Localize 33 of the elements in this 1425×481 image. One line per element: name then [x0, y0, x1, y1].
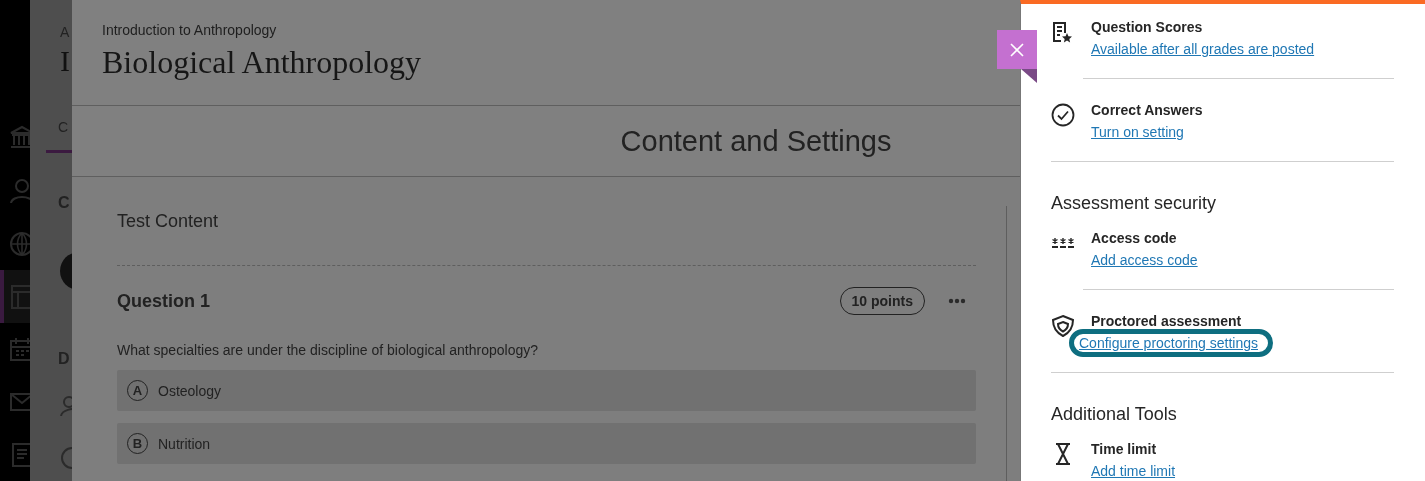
nav-item[interactable]: [0, 270, 30, 323]
setting-title: Time limit: [1091, 440, 1158, 459]
person-icon: [60, 396, 72, 416]
setting-link[interactable]: Configure proctoring settings: [1069, 329, 1273, 357]
section-heading: Additional Tools: [1051, 404, 1178, 425]
course-name: Introduction to Anthropology: [102, 22, 278, 38]
close-icon: [1009, 41, 1025, 58]
answer-text: Nutrition: [158, 435, 211, 452]
page-title: Biological Anthropology: [102, 44, 423, 81]
setting-title: Question Scores: [1091, 18, 1204, 37]
page-title: I: [60, 44, 70, 78]
close-button[interactable]: [997, 30, 1037, 69]
gradebook-icon: [8, 282, 30, 311]
question-text: What specialties are under the discipline of biological anthropology?: [117, 342, 540, 358]
calendar-icon: [8, 335, 30, 364]
setting-title: Access code: [1091, 229, 1178, 248]
page-heading: Content and Settings: [620, 124, 892, 158]
setting-title: Correct Answers: [1091, 101, 1203, 120]
shield-icon: [1051, 314, 1075, 338]
setting-link[interactable]: Turn on setting: [1091, 124, 1184, 140]
check-circle-icon: [1051, 103, 1075, 127]
section-heading: Assessment security: [1051, 193, 1218, 214]
setting-link[interactable]: Add access code: [1091, 252, 1198, 268]
setting-link[interactable]: Available after all grades are posted: [1091, 41, 1315, 57]
setting-title: Proctored assessment: [1091, 312, 1243, 331]
info-icon: [60, 447, 72, 469]
globe-icon: [8, 229, 30, 258]
more-options-icon: [948, 298, 966, 304]
answer-text: Osteology: [158, 382, 222, 399]
section-heading: Test Content: [117, 206, 976, 266]
person-icon: [8, 177, 30, 206]
setting-link[interactable]: Add time limit: [1091, 463, 1176, 479]
question-title: Question 1: [117, 290, 210, 312]
